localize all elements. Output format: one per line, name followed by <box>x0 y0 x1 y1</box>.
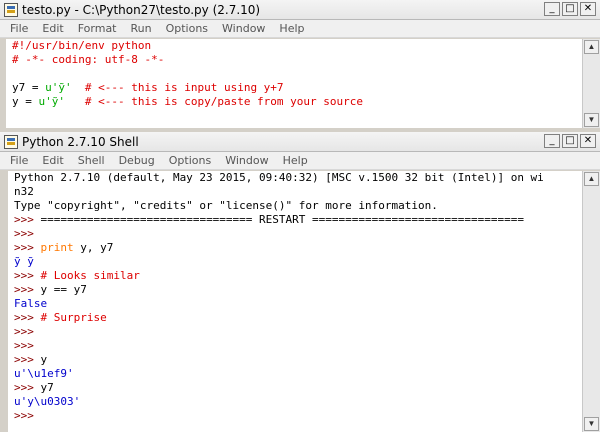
shell-line: >>> <box>14 325 582 339</box>
maximize-button[interactable]: □ <box>562 134 578 148</box>
shell-line: >>> y == y7 <box>14 283 582 297</box>
editor-window-controls: _ □ ✕ <box>544 2 596 18</box>
shell-menubar: File Edit Shell Debug Options Window Hel… <box>0 152 600 170</box>
code-token: >>> <box>14 311 41 324</box>
menu-options[interactable]: Options <box>163 154 219 167</box>
editor-titlebar[interactable]: testo.py - C:\Python27\testo.py (2.7.10)… <box>0 0 600 20</box>
menu-window[interactable]: Window <box>216 22 273 35</box>
code-token: y7 = <box>12 81 46 94</box>
minimize-button[interactable]: _ <box>544 134 560 148</box>
scroll-up-arrow-icon[interactable]: ▲ <box>584 40 599 54</box>
code-token: y <box>40 353 48 366</box>
shell-line: >>> <box>14 227 582 241</box>
shell-line: >>> # Surprise <box>14 311 582 325</box>
menu-help[interactable]: Help <box>273 22 312 35</box>
shell-titlebar[interactable]: Python 2.7.10 Shell _ □ ✕ <box>0 132 600 152</box>
code-token: # Surprise <box>40 311 107 324</box>
menu-format[interactable]: Format <box>72 22 125 35</box>
code-token: print <box>40 241 74 254</box>
code-line: y7 = u'ỹ' # <--- this is input using y+7 <box>12 81 582 95</box>
shell-line: >>> # Looks similar <box>14 269 582 283</box>
code-token: # -*- coding: utf-8 -*- <box>12 53 165 66</box>
code-token: >>> <box>14 353 41 366</box>
shell-line: False <box>14 297 582 311</box>
shell-line: >>> y7 <box>14 381 582 395</box>
editor-title: testo.py - C:\Python27\testo.py (2.7.10) <box>22 3 261 17</box>
shell-line: Type "copyright", "credits" or "license(… <box>14 199 582 213</box>
close-button[interactable]: ✕ <box>580 134 596 148</box>
shell-line: ỹ ỹ <box>14 255 582 269</box>
code-token: >>> <box>14 381 41 394</box>
code-token: >>> <box>14 409 41 422</box>
code-token: ỹ ỹ <box>14 255 34 268</box>
scroll-up-arrow-icon[interactable]: ▲ <box>584 172 599 186</box>
menu-help[interactable]: Help <box>277 154 316 167</box>
menu-edit[interactable]: Edit <box>36 22 71 35</box>
editor-window: testo.py - C:\Python27\testo.py (2.7.10)… <box>0 0 600 128</box>
shell-window: Python 2.7.10 Shell _ □ ✕ File Edit Shel… <box>0 128 600 432</box>
menu-window[interactable]: Window <box>219 154 276 167</box>
code-token: # Looks similar <box>40 269 140 282</box>
scroll-down-arrow-icon[interactable]: ▼ <box>584 417 599 431</box>
shell-line: u'\u1ef9' <box>14 367 582 381</box>
shell-line: >>> <box>14 409 582 423</box>
menu-run[interactable]: Run <box>125 22 160 35</box>
code-token: n32 <box>14 185 34 198</box>
code-token: Type "copyright", "credits" or "license(… <box>14 199 438 212</box>
code-token: # <--- this is copy/paste from your sour… <box>84 95 364 108</box>
shell-line: >>> print y, y7 <box>14 241 582 255</box>
menu-shell[interactable]: Shell <box>72 154 113 167</box>
code-token: #!/usr/bin/env python <box>12 39 152 52</box>
maximize-button[interactable]: □ <box>562 2 578 16</box>
code-token: >>> <box>14 339 41 352</box>
code-token: >>> <box>14 241 41 254</box>
shell-line: >>> ================================ RES… <box>14 213 582 227</box>
shell-line: >>> <box>14 339 582 353</box>
code-line: #!/usr/bin/env python <box>12 39 582 53</box>
shell-line: Python 2.7.10 (default, May 23 2015, 09:… <box>14 171 582 185</box>
menu-options[interactable]: Options <box>160 22 216 35</box>
code-token: y, y7 <box>73 241 114 254</box>
code-token: y7 <box>40 381 54 394</box>
code-token: >>> <box>14 325 41 338</box>
editor-menubar: File Edit Format Run Options Window Help <box>0 20 600 38</box>
editor-scrollbar[interactable]: ▲ ▼ <box>582 39 600 128</box>
shell-text-area[interactable]: Python 2.7.10 (default, May 23 2015, 09:… <box>8 171 582 432</box>
menu-file[interactable]: File <box>4 154 36 167</box>
code-token: # <--- this is input using y+7 <box>84 81 284 94</box>
code-token: u'\u1ef9' <box>14 367 74 380</box>
code-token: >>> <box>14 283 41 296</box>
editor-text-area[interactable]: #!/usr/bin/env python # -*- coding: utf-8… <box>6 39 582 128</box>
code-token: >>> <box>14 269 41 282</box>
shell-scrollbar[interactable]: ▲ ▼ <box>582 171 600 432</box>
code-token: >>> <box>14 213 41 226</box>
close-button[interactable]: ✕ <box>580 2 596 16</box>
code-token: y = <box>12 95 39 108</box>
minimize-button[interactable]: _ <box>544 2 560 16</box>
code-token: u'y\u0303' <box>14 395 81 408</box>
code-token: False <box>14 297 48 310</box>
menu-file[interactable]: File <box>4 22 36 35</box>
shell-window-controls: _ □ ✕ <box>544 134 596 150</box>
code-token: Python 2.7.10 (default, May 23 2015, 09:… <box>14 171 544 184</box>
shell-line: n32 <box>14 185 582 199</box>
python-shell-icon <box>4 135 18 149</box>
code-line: # -*- coding: utf-8 -*- <box>12 53 582 67</box>
shell-line: >>> y <box>14 353 582 367</box>
shell-title: Python 2.7.10 Shell <box>22 135 139 149</box>
code-token: u'ỹ' <box>38 95 66 108</box>
code-token: y == y7 <box>40 283 87 296</box>
code-token: ================================ RESTART… <box>40 213 524 226</box>
menu-edit[interactable]: Edit <box>36 154 71 167</box>
shell-line: u'y\u0303' <box>14 395 582 409</box>
scroll-down-arrow-icon[interactable]: ▼ <box>584 113 599 127</box>
code-token: >>> <box>14 227 41 240</box>
code-token: u'ỹ' <box>45 81 72 94</box>
idle-file-icon <box>4 3 18 17</box>
code-line: y = u'ỹ' # <--- this is copy/paste from … <box>12 95 582 109</box>
menu-debug[interactable]: Debug <box>113 154 163 167</box>
